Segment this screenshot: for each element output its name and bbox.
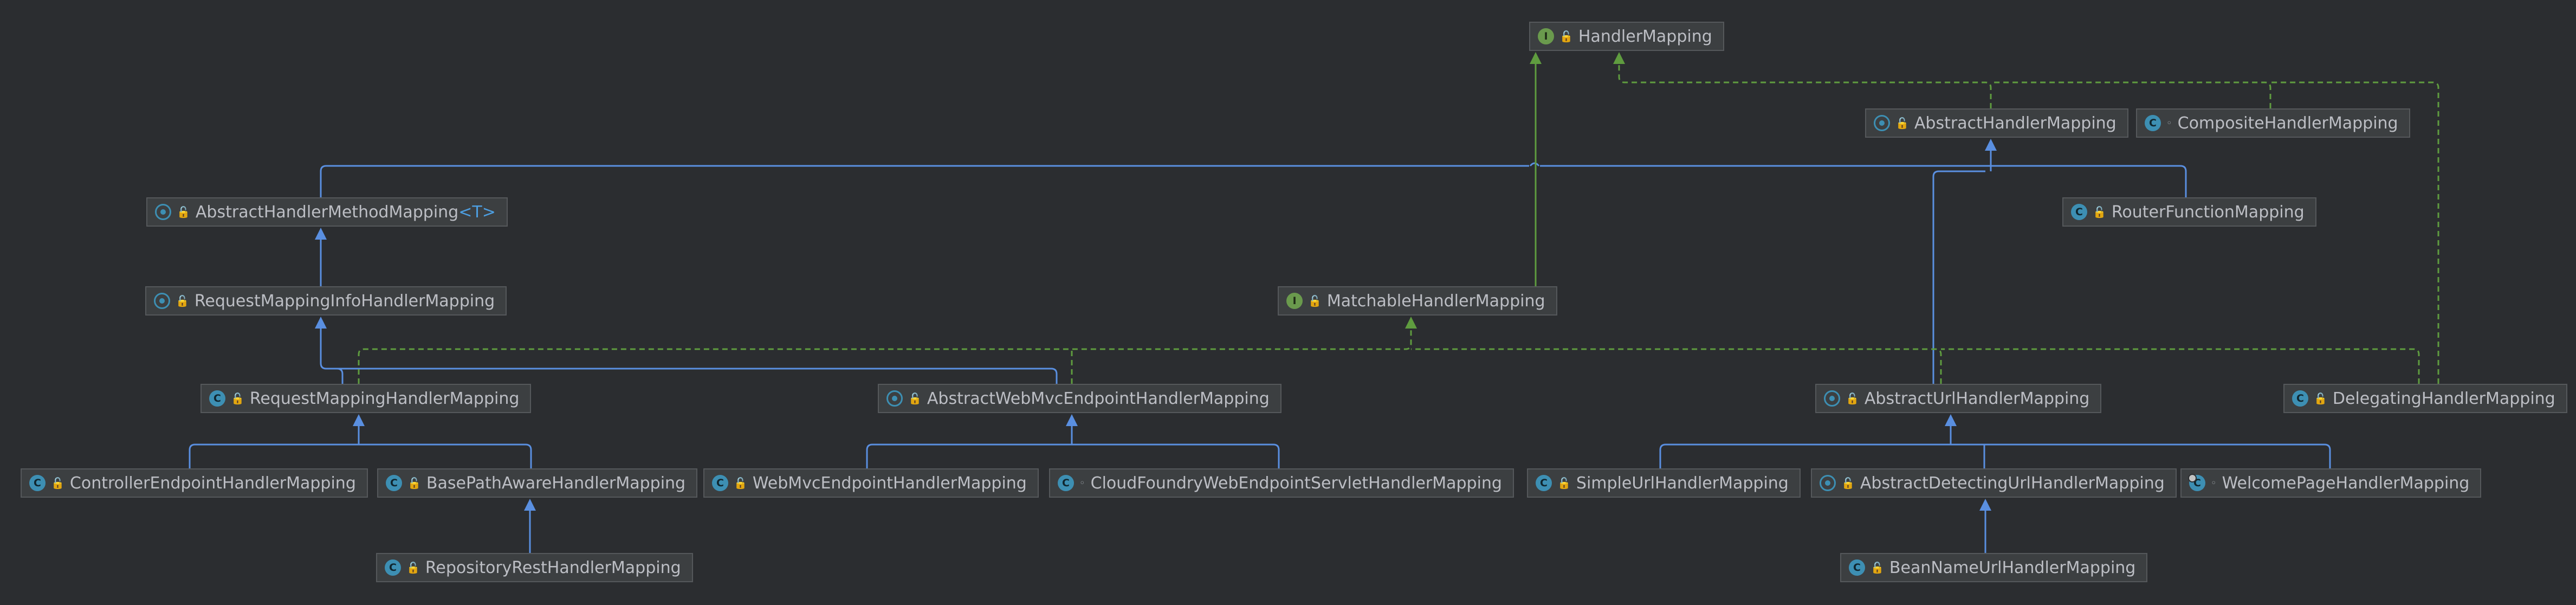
class-icon: C bbox=[209, 390, 225, 407]
interface-icon: I bbox=[1286, 293, 1303, 309]
node-abstract-url-handler-mapping[interactable]: 🔓 AbstractUrlHandlerMapping bbox=[1815, 384, 2102, 413]
public-visibility-icon: 🔓 bbox=[406, 561, 420, 574]
class-icon: C bbox=[712, 475, 728, 491]
node-delegating-handler-mapping[interactable]: C 🔓 DelegatingHandlerMapping bbox=[2283, 384, 2567, 413]
public-visibility-icon: 🔓 bbox=[1841, 477, 1855, 490]
public-visibility-icon: 🔓 bbox=[1308, 294, 1322, 307]
class-icon: C bbox=[29, 475, 46, 491]
abstract-class-icon bbox=[154, 293, 170, 309]
public-visibility-icon: 🔓 bbox=[1557, 477, 1571, 490]
node-abstract-handler-mapping[interactable]: 🔓 AbstractHandlerMapping bbox=[1865, 108, 2128, 138]
node-abstract-handler-method-mapping[interactable]: 🔓 AbstractHandlerMethodMapping<T> bbox=[146, 197, 508, 227]
edge-ahmm-to-ahm bbox=[320, 165, 1529, 197]
edge-wmehm-cfwehm-to-awmehm bbox=[866, 443, 1280, 468]
edge-auhm-to-mhm bbox=[1411, 348, 1942, 384]
class-icon: C bbox=[385, 559, 401, 576]
node-base-path-aware-handler-mapping[interactable]: C 🔓 BasePathAwareHandlerMapping bbox=[377, 468, 698, 498]
edge-hop-over bbox=[1529, 162, 1540, 166]
public-visibility-icon: 🔓 bbox=[734, 477, 747, 490]
type-parameter-open: < bbox=[458, 202, 473, 222]
node-request-mapping-handler-mapping[interactable]: C 🔓 RequestMappingHandlerMapping bbox=[200, 384, 532, 413]
public-visibility-icon: 🔓 bbox=[407, 477, 421, 490]
abstract-class-icon bbox=[1824, 390, 1840, 407]
edge-suhm-wphm-to-auhm bbox=[1659, 443, 2331, 468]
class-icon: C bbox=[386, 475, 402, 491]
node-bean-name-url-handler-mapping[interactable]: C 🔓 BeanNameUrlHandlerMapping bbox=[1840, 553, 2148, 582]
edge-ahm-to-hm bbox=[1618, 63, 1992, 108]
edge-chm-to-hm bbox=[1991, 81, 2271, 108]
edge-cehm-bpahm-to-rmhm bbox=[189, 443, 532, 468]
node-welcome-page-handler-mapping[interactable]: C ◦ WelcomePageHandlerMapping bbox=[2180, 468, 2482, 498]
arrow-rmihm bbox=[315, 317, 327, 329]
node-composite-handler-mapping[interactable]: C ◦ CompositeHandlerMapping bbox=[2136, 108, 2410, 138]
arrow-awmehm bbox=[1066, 414, 1078, 426]
node-abstract-detecting-url-handler-mapping[interactable]: 🔓 AbstractDetectingUrlHandlerMapping bbox=[1811, 468, 2177, 498]
arrow-aduhm bbox=[1979, 499, 1991, 511]
public-visibility-icon: 🔓 bbox=[1870, 561, 1884, 574]
class-icon: C bbox=[2071, 204, 2087, 220]
class-icon: C bbox=[1536, 475, 1552, 491]
node-matchable-handler-mapping[interactable]: I 🔓 MatchableHandlerMapping bbox=[1278, 286, 1557, 316]
edge-awmehm-to-rmihm bbox=[326, 368, 1058, 384]
abstract-class-icon bbox=[1874, 115, 1890, 131]
package-private-visibility-icon: ◦ bbox=[2211, 477, 2217, 489]
public-visibility-icon: 🔓 bbox=[176, 294, 189, 307]
abstract-class-icon bbox=[155, 204, 171, 220]
node-handler-mapping[interactable]: I 🔓 HandlerMapping bbox=[1529, 22, 1724, 51]
abstract-class-icon bbox=[886, 390, 903, 407]
interface-icon: I bbox=[1538, 28, 1554, 44]
node-request-mapping-info-handler-mapping[interactable]: 🔓 RequestMappingInfoHandlerMapping bbox=[145, 286, 507, 316]
package-private-visibility-icon: ◦ bbox=[1079, 477, 1085, 489]
package-private-visibility-icon: ◦ bbox=[2166, 117, 2172, 129]
node-repository-rest-handler-mapping[interactable]: C 🔓 RepositoryRestHandlerMapping bbox=[376, 553, 693, 582]
edge-rfm-to-ahm bbox=[1985, 165, 2187, 197]
arrow-ahmm bbox=[315, 228, 327, 240]
public-visibility-icon: 🔓 bbox=[231, 392, 244, 405]
uml-class-diagram: I 🔓 HandlerMapping 🔓 AbstractHandlerMapp… bbox=[0, 0, 2576, 605]
edge-rmhm-to-mhm bbox=[358, 327, 1412, 384]
public-visibility-icon: 🔓 bbox=[177, 205, 190, 218]
type-parameter-close: > bbox=[482, 202, 496, 222]
node-web-mvc-endpoint-handler-mapping[interactable]: C 🔓 WebMvcEndpointHandlerMapping bbox=[703, 468, 1039, 498]
arrow-mhm bbox=[1405, 317, 1417, 329]
node-abstract-web-mvc-endpoint-handler-mapping[interactable]: 🔓 AbstractWebMvcEndpointHandlerMapping bbox=[878, 384, 1281, 413]
public-visibility-icon: 🔓 bbox=[1846, 392, 1859, 405]
class-icon: C bbox=[2292, 390, 2308, 407]
arrow-rmhm bbox=[353, 414, 365, 426]
static-class-icon: C bbox=[2188, 474, 2205, 491]
edge-dhm-to-mhm bbox=[1941, 348, 2420, 384]
public-visibility-icon: 🔓 bbox=[1559, 30, 1573, 43]
public-visibility-icon: 🔓 bbox=[1895, 117, 1909, 130]
node-controller-endpoint-handler-mapping[interactable]: C 🔓 ControllerEndpointHandlerMapping bbox=[21, 468, 368, 498]
arrow-hm-from-mhm bbox=[1530, 52, 1542, 64]
node-simple-url-handler-mapping[interactable]: C 🔓 SimpleUrlHandlerMapping bbox=[1527, 468, 1801, 498]
arrow-ahm bbox=[1985, 139, 1997, 151]
class-icon: C bbox=[1058, 475, 1074, 491]
abstract-class-icon bbox=[1820, 475, 1836, 491]
class-icon: C bbox=[2145, 115, 2161, 131]
public-visibility-icon: 🔓 bbox=[908, 392, 922, 405]
node-router-function-mapping[interactable]: C 🔓 RouterFunctionMapping bbox=[2062, 197, 2316, 227]
arrow-auhm bbox=[1945, 414, 1957, 426]
public-visibility-icon: 🔓 bbox=[51, 477, 64, 490]
arrow-bpahm bbox=[524, 499, 536, 511]
node-cloud-foundry-web-endpoint-servlet-handler-mapping[interactable]: C ◦ CloudFoundryWebEndpointServletHandle… bbox=[1049, 468, 1514, 498]
class-icon: C bbox=[1849, 559, 1865, 576]
arrow-hm bbox=[1613, 52, 1625, 64]
type-parameter: T bbox=[472, 202, 482, 222]
public-visibility-icon: 🔓 bbox=[2314, 392, 2327, 405]
public-visibility-icon: 🔓 bbox=[2093, 205, 2106, 218]
edge-rmhm-to-rmihm bbox=[320, 327, 344, 384]
